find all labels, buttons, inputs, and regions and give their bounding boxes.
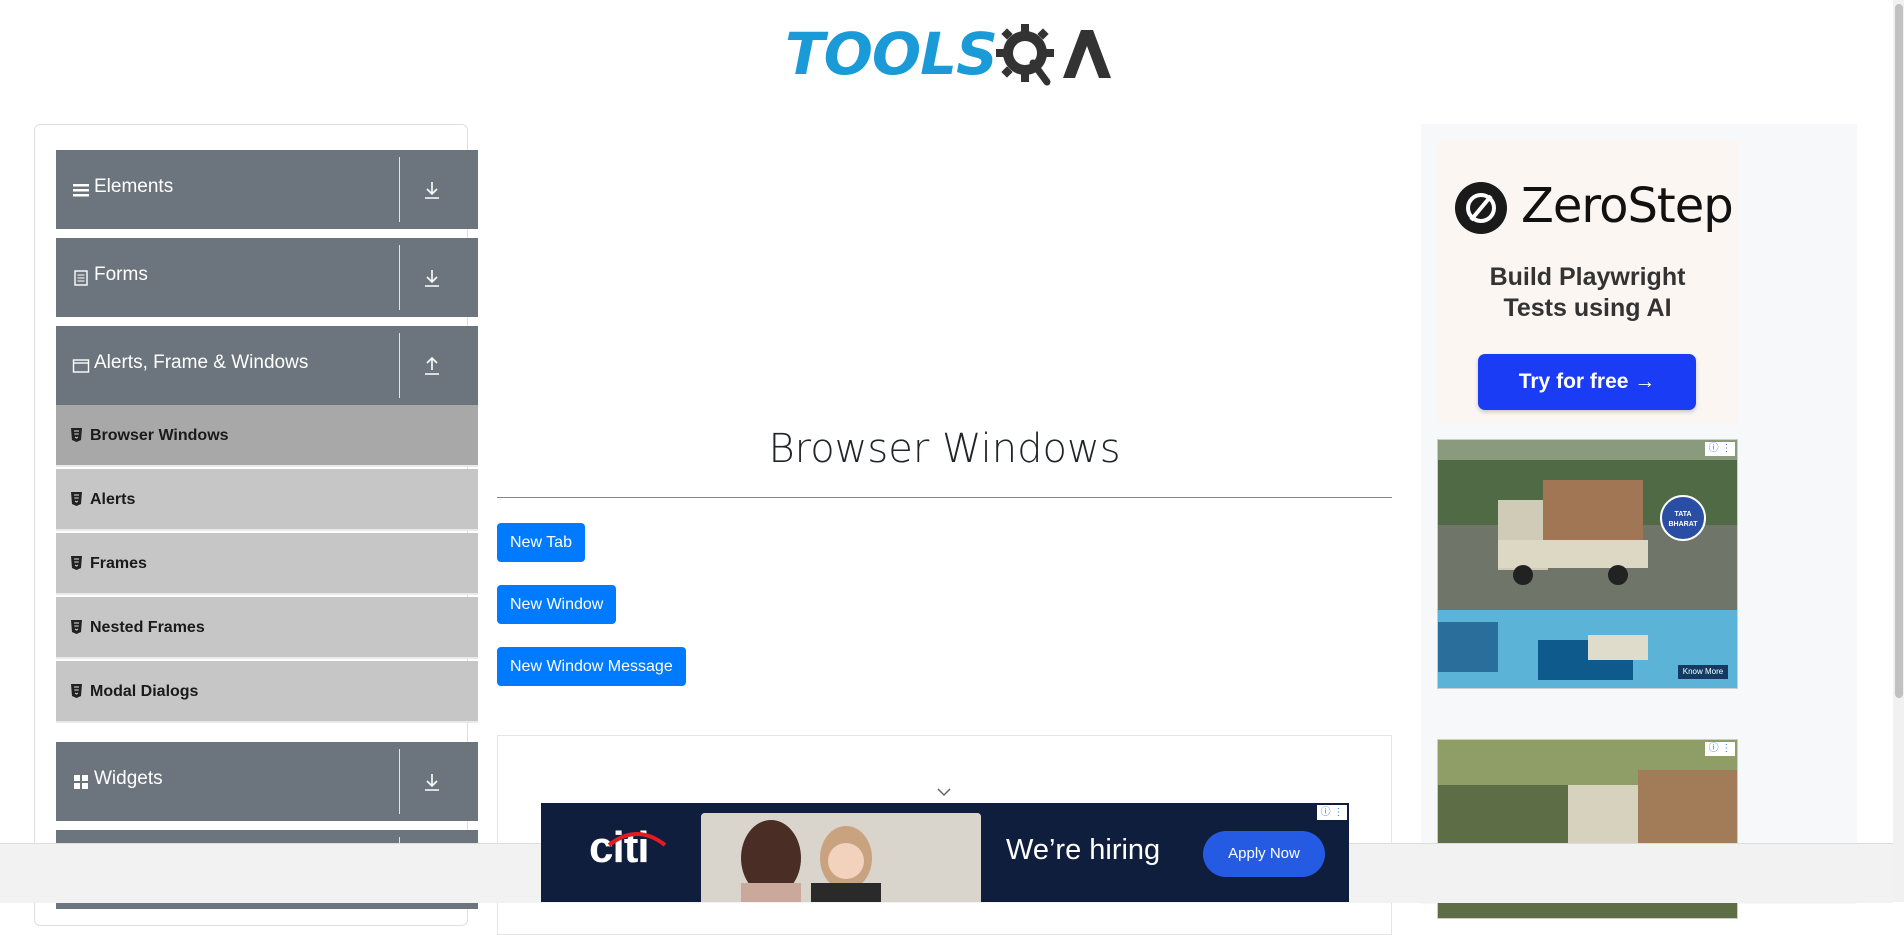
know-more-button[interactable]: Know More <box>1678 665 1728 679</box>
group-label: Forms <box>94 264 148 285</box>
group-label: Widgets <box>94 768 163 789</box>
apply-now-button[interactable]: Apply Now <box>1203 831 1325 877</box>
site-logo[interactable]: TOOLS <box>785 16 1111 90</box>
svg-text:BHARAT: BHARAT <box>1668 521 1698 528</box>
download-icon[interactable] <box>424 268 440 288</box>
ad-choices-icon[interactable]: ⓘ ⋮ <box>1317 805 1347 820</box>
sidebar-item-label: Nested Frames <box>90 619 205 636</box>
left-panel: Elements Forms Alerts, Frame & Windows B… <box>34 124 478 926</box>
citi-photo <box>701 813 981 902</box>
html5-icon <box>71 492 82 506</box>
citi-arc-icon <box>607 832 667 847</box>
group-label: Alerts, Frame & Windows <box>94 352 309 373</box>
zerostep-brand: ZeroStep <box>1521 178 1734 234</box>
sidebar-item-frames[interactable]: Frames <box>56 533 478 595</box>
document-icon <box>74 270 88 286</box>
html5-icon <box>71 556 82 570</box>
upload-icon[interactable] <box>424 356 440 376</box>
group-elements[interactable]: Elements <box>56 150 478 229</box>
logo-qa-mark <box>996 24 1111 86</box>
page-title: Browser Windows <box>768 426 1121 472</box>
group-divider <box>399 245 400 310</box>
tata-truck-ad[interactable]: TATA BHARAT ⓘ ⋮ Know More <box>1437 439 1738 689</box>
sidebar-item-nested-frames[interactable]: Nested Frames <box>56 597 478 659</box>
sidebar-item-label: Frames <box>90 555 147 572</box>
logo-text: TOOLS <box>785 20 998 88</box>
group-forms[interactable]: Forms <box>56 238 478 317</box>
window-icon <box>72 359 90 373</box>
scrollbar-thumb[interactable] <box>1895 4 1903 698</box>
new-window-button[interactable]: New Window <box>497 585 617 624</box>
svg-text:TATA: TATA <box>1674 511 1691 518</box>
tata-ad-image: TATA BHARAT <box>1438 440 1737 688</box>
group-label: Elements <box>94 176 174 197</box>
group-widgets[interactable]: Widgets <box>56 742 478 821</box>
citi-ad[interactable]: citi We’re hiring Apply Now ⓘ ⋮ <box>541 803 1349 902</box>
new-window-message-button[interactable]: New Window Message <box>497 647 686 686</box>
sidebar-item-modal-dialogs[interactable]: Modal Dialogs <box>56 661 478 723</box>
new-tab-button[interactable]: New Tab <box>497 523 585 562</box>
people-image <box>701 813 981 902</box>
list-icon <box>73 184 89 197</box>
try-for-free-button[interactable]: Try for free → <box>1478 354 1696 410</box>
ad-choices-icon[interactable]: ⓘ ⋮ <box>1705 742 1735 756</box>
group-divider <box>399 157 400 222</box>
sidebar-item-alerts[interactable]: Alerts <box>56 469 478 531</box>
zerostep-tagline-line2: Tests using AI <box>1503 294 1672 322</box>
zerostep-tagline: Build Playwright Tests using AI <box>1437 262 1738 324</box>
download-icon[interactable] <box>424 180 440 200</box>
group-divider <box>399 333 400 398</box>
citi-message: We’re hiring <box>1006 834 1161 866</box>
sidebar-item-label: Modal Dialogs <box>90 683 199 700</box>
html5-icon <box>71 428 82 442</box>
sidebar-item-browser-windows[interactable]: Browser Windows <box>56 405 478 467</box>
title-divider <box>497 497 1392 498</box>
group-alerts-frame-windows[interactable]: Alerts, Frame & Windows <box>56 326 478 405</box>
widgets-icon <box>74 775 88 789</box>
group-divider <box>399 749 400 814</box>
chevron-down-icon[interactable] <box>936 787 952 797</box>
html5-icon <box>71 684 82 698</box>
zerostep-ad[interactable]: ZeroStep Build Playwright Tests using AI… <box>1437 140 1738 425</box>
ad-choices-icon[interactable]: ⓘ ⋮ <box>1705 442 1735 456</box>
html5-icon <box>71 620 82 634</box>
download-icon[interactable] <box>424 772 440 792</box>
sidebar-item-label: Browser Windows <box>90 427 229 444</box>
sidebar-item-label: Alerts <box>90 491 136 508</box>
zerostep-tagline-line1: Build Playwright <box>1489 263 1686 291</box>
zerostep-logo-icon <box>1455 182 1507 234</box>
